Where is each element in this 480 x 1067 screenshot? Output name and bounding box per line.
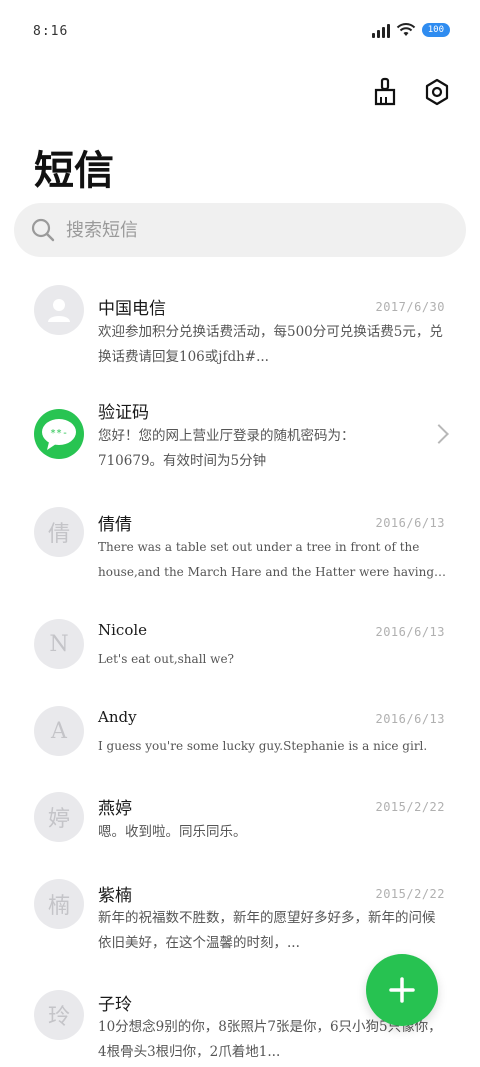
plus-icon (389, 977, 415, 1003)
new-message-button[interactable] (366, 954, 438, 1026)
avatar: A (34, 706, 84, 756)
avatar: 楠 (34, 879, 84, 929)
battery-indicator: 100 (421, 23, 450, 37)
avatar (34, 285, 84, 335)
avatar: 婷 (34, 792, 84, 842)
message-preview: Let's eat out,shall we? (98, 652, 234, 666)
message-sender: Nicole (98, 621, 148, 639)
top-actions (368, 74, 454, 110)
message-preview: 欢迎参加积分兑换话费活动，每500分可兑换话费5元，兑换话费请回复106或jfd… (98, 324, 443, 365)
search-bar[interactable] (14, 203, 466, 257)
message-preview: 新年的祝福数不胜数，新年的愿望好多好多，新年的问候依旧美好，在这个温馨的时刻，.… (98, 910, 436, 951)
status-bar: 8:16 100 (0, 0, 480, 64)
avatar: N (34, 619, 84, 669)
message-sender: 验证码 (98, 403, 149, 423)
message-sender: 燕婷 (98, 799, 132, 819)
message-date: 2017/6/30 (375, 300, 445, 314)
status-time: 8:16 (33, 24, 69, 39)
avatar: **- (34, 409, 84, 459)
person-icon (48, 299, 70, 322)
message-date: 2016/6/13 (375, 516, 445, 530)
page-title: 短信 (34, 147, 114, 194)
message-preview: 嗯。收到啦。同乐同乐。 (98, 824, 247, 840)
gear-icon[interactable] (420, 74, 454, 110)
search-input[interactable] (66, 219, 426, 241)
avatar: 玲 (34, 990, 84, 1040)
broom-icon[interactable] (368, 74, 402, 110)
message-date: 2015/2/22 (375, 887, 445, 901)
message-date: 2016/6/13 (375, 712, 445, 726)
message-date: 2015/2/22 (375, 800, 445, 814)
message-sender: 倩倩 (98, 515, 132, 535)
message-preview: 您好！您的网上营业厅登录的随机密码为：710679。有效时间为5分钟 (98, 428, 355, 469)
message-preview: I guess you're some lucky guy.Stephanie … (98, 739, 428, 753)
message-sender: Andy (98, 708, 137, 726)
chevron-right-icon (429, 424, 449, 444)
message-date: 2016/6/13 (375, 625, 445, 639)
avatar: 倩 (34, 507, 84, 557)
status-icons: 100 (371, 22, 450, 38)
message-sender: 中国电信 (98, 299, 166, 319)
message-sender: 子玲 (98, 995, 132, 1015)
search-icon (31, 218, 55, 242)
message-preview: There was a table set out under a tree i… (98, 540, 435, 579)
message-sender: 紫楠 (98, 886, 132, 906)
svg-text:**-: **- (50, 428, 68, 439)
wifi-icon (396, 23, 415, 36)
chat-bubble-icon: **- (42, 419, 76, 450)
signal-icon (371, 22, 390, 38)
